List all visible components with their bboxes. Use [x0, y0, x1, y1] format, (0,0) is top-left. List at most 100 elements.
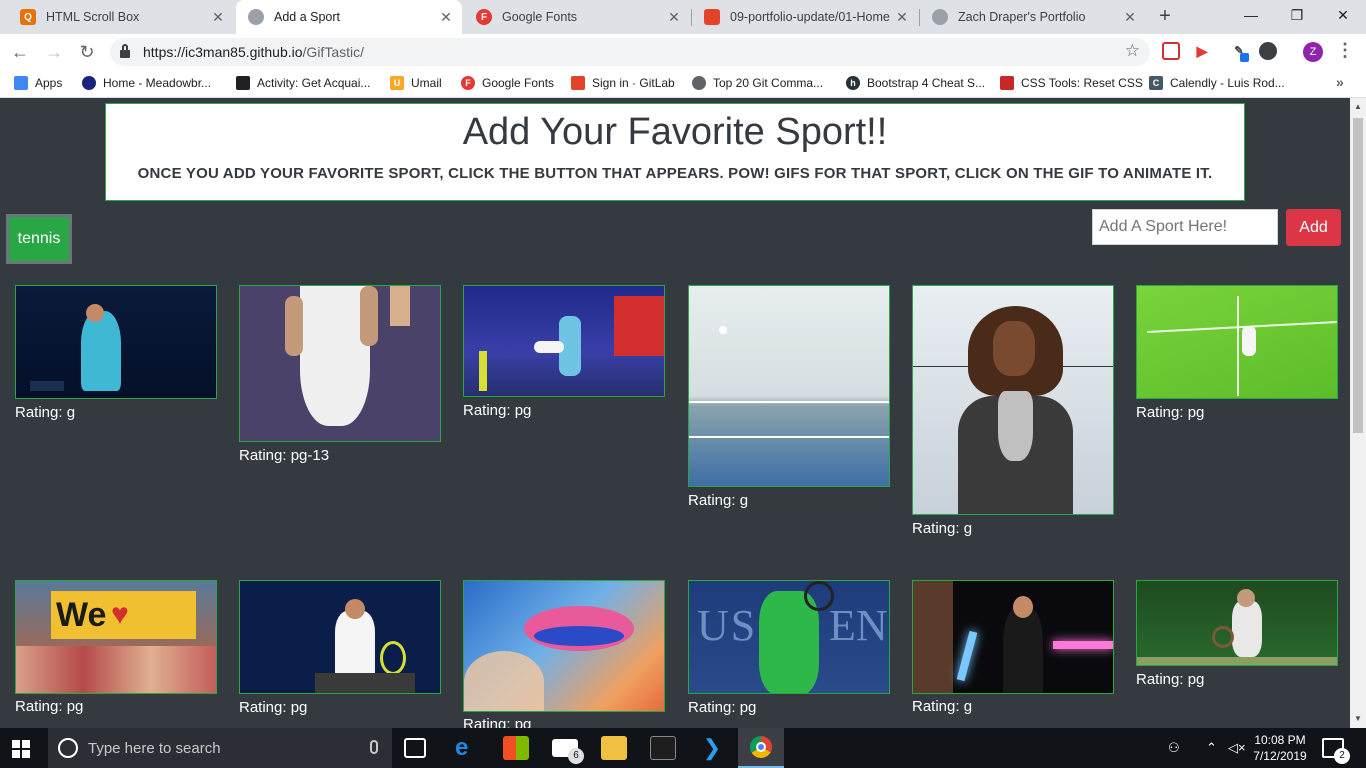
reload-icon[interactable]: ↻: [75, 40, 99, 64]
bookmark-git-commands[interactable]: Top 20 Git Comma...: [692, 76, 823, 90]
bookmark-meadowbrook[interactable]: Home - Meadowbr...: [82, 76, 211, 90]
header-jumbotron: Add Your Favorite Sport!! ONCE YOU ADD Y…: [105, 103, 1245, 201]
close-icon[interactable]: ✕: [436, 9, 456, 26]
edge-icon[interactable]: e: [455, 736, 481, 760]
scroll-down-icon[interactable]: ▼: [1353, 714, 1363, 724]
bookmark-calendly[interactable]: C Calendly - Luis Rod...: [1149, 76, 1285, 90]
windows-start-icon[interactable]: [12, 740, 30, 758]
gif-image[interactable]: [463, 285, 665, 397]
volume-muted-icon[interactable]: ◁×: [1228, 740, 1246, 756]
close-icon[interactable]: ✕: [892, 9, 912, 26]
meadowbrook-icon: [82, 76, 96, 90]
back-icon[interactable]: ←: [8, 40, 32, 64]
lock-icon: [120, 44, 130, 58]
tab-label: Add a Sport: [274, 10, 341, 24]
bookmark-bootstrap[interactable]: h Bootstrap 4 Cheat S...: [846, 76, 985, 90]
new-tab-icon[interactable]: +: [1153, 4, 1177, 28]
search-placeholder: Type here to search: [88, 740, 221, 757]
tab-html-scroll-box[interactable]: Q HTML Scroll Box ✕: [8, 0, 234, 34]
bookmark-css-tools[interactable]: CSS Tools: Reset CSS: [1000, 76, 1143, 90]
gif-rating: Rating: g: [15, 404, 76, 421]
google-fonts-icon: F: [476, 9, 492, 25]
page-title: Add Your Favorite Sport!!: [462, 111, 888, 153]
chrome-taskbar-active[interactable]: [738, 728, 784, 768]
gif-rating: Rating: pg: [239, 699, 308, 716]
menu-kebab-icon[interactable]: ⋮: [1336, 40, 1354, 61]
bootstrap-icon: h: [846, 76, 860, 90]
scrollbar-thumb[interactable]: [1353, 118, 1363, 433]
terminal-icon[interactable]: [650, 736, 676, 760]
page-subtitle: ONCE YOU ADD YOUR FAVORITE SPORT, CLICK …: [137, 165, 1213, 182]
gif-image[interactable]: [463, 580, 665, 712]
close-icon[interactable]: ✕: [664, 9, 684, 26]
gif-rating: Rating: g: [912, 520, 973, 537]
book-icon: [236, 76, 250, 90]
tray-chevron-icon[interactable]: ⌃: [1206, 740, 1217, 756]
gif-image[interactable]: [239, 580, 441, 694]
bookmark-star-icon[interactable]: ☆: [1125, 41, 1140, 61]
people-icon[interactable]: ⚇: [1168, 740, 1180, 756]
forward-icon[interactable]: →: [42, 40, 66, 64]
bookmarks-bar: Apps Home - Meadowbr... Activity: Get Ac…: [0, 70, 1366, 98]
restore-icon[interactable]: ❐: [1274, 0, 1320, 30]
minimize-icon[interactable]: —: [1228, 0, 1274, 30]
gif-rating: Rating: g: [688, 492, 749, 509]
gif-image[interactable]: [912, 580, 1114, 694]
gif-rating: Rating: pg: [688, 699, 757, 716]
gif-image[interactable]: [1136, 580, 1338, 666]
file-explorer-icon[interactable]: [601, 736, 627, 760]
tab-zach-portfolio[interactable]: Zach Draper's Portfolio ✕: [920, 0, 1146, 34]
profile-avatar[interactable]: Z: [1303, 42, 1323, 62]
address-bar[interactable]: https://ic3man85.github.io/GifTastic/ ☆: [110, 38, 1150, 66]
vscode-icon[interactable]: ❯: [699, 736, 725, 760]
microphone-icon[interactable]: [370, 740, 378, 754]
bookmark-apps[interactable]: Apps: [14, 76, 62, 90]
tab-google-fonts[interactable]: F Google Fonts ✕: [464, 0, 690, 34]
gif-image[interactable]: [688, 285, 890, 487]
extension-shield-icon[interactable]: [1162, 42, 1180, 60]
tab-portfolio-update[interactable]: 09-portfolio-update/01-Home ✕: [692, 0, 918, 34]
mail-badge: 6: [568, 748, 584, 764]
gif-image[interactable]: We ♥: [15, 580, 217, 694]
more-bookmarks-icon[interactable]: »: [1336, 74, 1344, 90]
sport-button-tennis[interactable]: tennis: [6, 214, 72, 264]
apps-grid-icon: [14, 76, 28, 90]
extension-record-icon[interactable]: ▶: [1193, 42, 1211, 60]
gif-rating: Rating: pg: [463, 716, 532, 728]
gif-image[interactable]: [1136, 285, 1338, 399]
window-close-icon[interactable]: ✕: [1320, 0, 1366, 30]
gif-image[interactable]: [912, 285, 1114, 515]
bookmark-activity[interactable]: Activity: Get Acquai...: [236, 76, 370, 90]
tab-strip: Q HTML Scroll Box ✕ Add a Sport ✕ F Goog…: [0, 0, 1366, 34]
page-scrollbar[interactable]: ▲ ▼: [1350, 98, 1366, 728]
url-text: https://ic3man85.github.io/GifTastic/: [143, 44, 365, 60]
task-view-icon[interactable]: [404, 738, 426, 758]
gif-image[interactable]: US EN: [688, 580, 890, 694]
system-clock[interactable]: 10:08 PM 7/12/2019: [1250, 732, 1310, 764]
tab-label: Google Fonts: [502, 10, 578, 24]
tab-add-a-sport[interactable]: Add a Sport ✕: [236, 0, 462, 34]
store-icon[interactable]: [503, 736, 529, 760]
calendly-icon: C: [1149, 76, 1163, 90]
bookmark-gitlab[interactable]: Sign in · GitLab: [571, 76, 675, 90]
scroll-up-icon[interactable]: ▲: [1353, 102, 1363, 112]
gif-image[interactable]: [15, 285, 217, 399]
gif-rating: Rating: g: [912, 698, 973, 715]
sport-input[interactable]: [1092, 209, 1278, 245]
gif-rating: Rating: pg: [15, 698, 84, 715]
extension-ball-icon[interactable]: [1259, 42, 1277, 60]
bookmark-umail[interactable]: U Umail: [390, 76, 442, 90]
close-icon[interactable]: ✕: [1120, 9, 1140, 26]
gif-image[interactable]: [239, 285, 441, 442]
notifications-icon[interactable]: 2: [1322, 738, 1350, 764]
globe-icon: [248, 9, 264, 25]
taskbar-search-box[interactable]: Type here to search: [48, 728, 392, 768]
bookmark-google-fonts[interactable]: F Google Fonts: [461, 76, 554, 90]
gif-rating: Rating: pg: [463, 402, 532, 419]
tab-label: Zach Draper's Portfolio: [958, 10, 1086, 24]
gif-rating: Rating: pg: [1136, 404, 1205, 421]
add-button[interactable]: Add: [1286, 209, 1341, 246]
umail-icon: U: [390, 76, 404, 90]
close-icon[interactable]: ✕: [208, 9, 228, 26]
extension-badge-icon: [1240, 53, 1249, 62]
